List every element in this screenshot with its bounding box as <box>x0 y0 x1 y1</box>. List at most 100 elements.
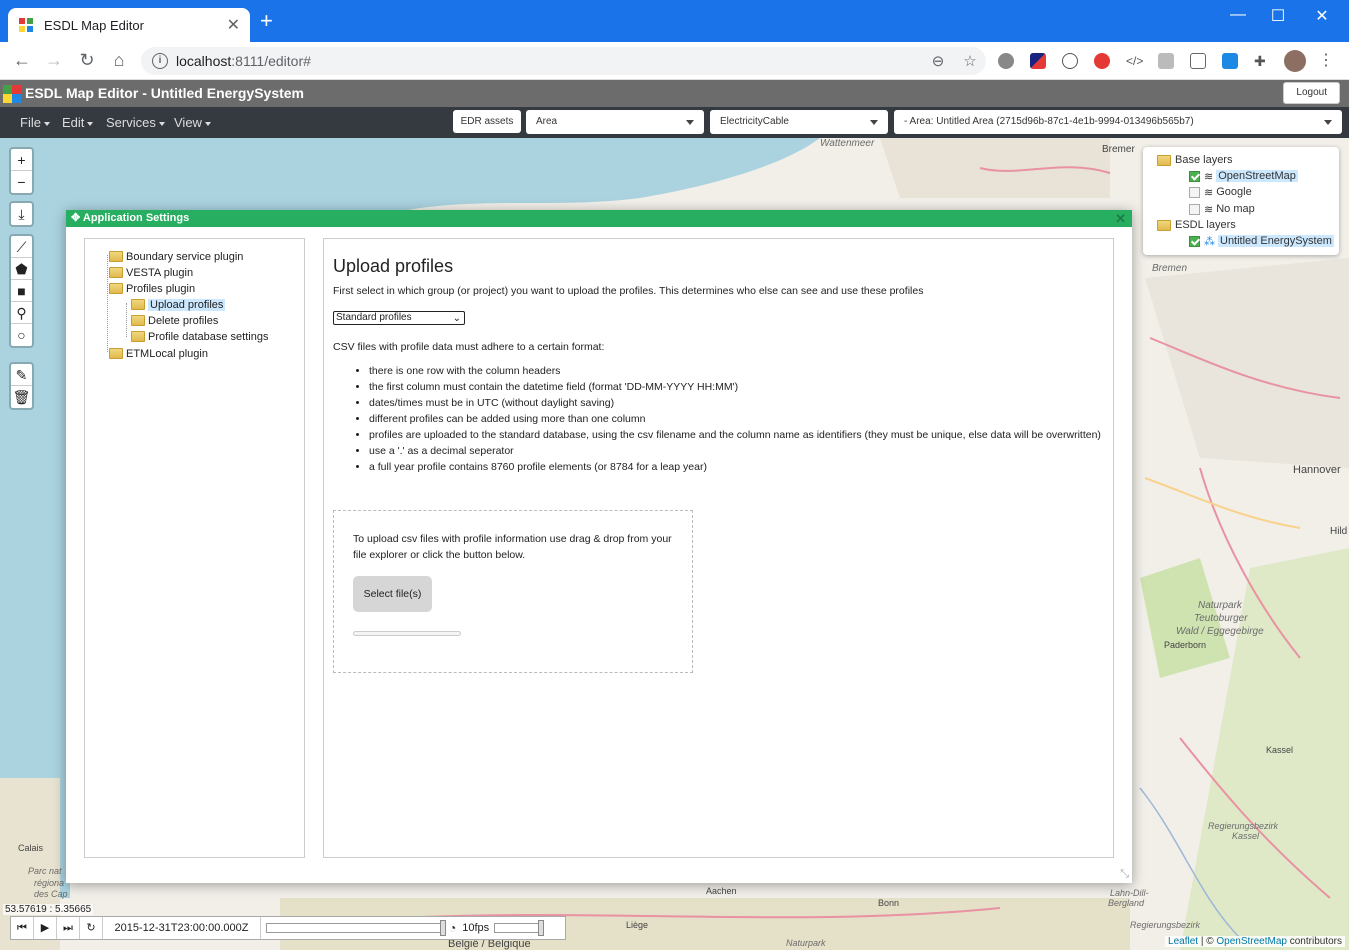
extension-icon[interactable] <box>1030 53 1046 69</box>
close-tab-icon[interactable]: ✕ <box>227 15 240 35</box>
dialog-title: Application Settings <box>82 212 190 224</box>
draw-polygon-icon[interactable]: ⬟ <box>11 258 32 280</box>
group-select[interactable]: Standard profiles ⌄ <box>333 311 465 325</box>
osm-link[interactable]: OpenStreetMap <box>1216 936 1287 947</box>
checkbox[interactable] <box>1189 203 1200 215</box>
extensions-puzzle-icon[interactable]: ✚ <box>1254 53 1270 69</box>
new-tab-icon[interactable]: + <box>260 10 273 32</box>
checkbox[interactable] <box>1189 170 1200 182</box>
home-icon[interactable]: ⌂ <box>107 50 131 71</box>
layer-control: Base layers ≋ OpenStreetMap ≋ Google ≋ No m… <box>1143 147 1339 255</box>
map-label: Regierungsbezirk <box>1130 920 1201 930</box>
extension-icon[interactable] <box>1158 53 1174 69</box>
map-attribution: Leaflet | © OpenStreetMap contributors <box>1165 936 1345 947</box>
select-files-button[interactable]: Select file(s) <box>353 576 432 612</box>
map-label: Kassel <box>1232 831 1260 841</box>
folder-icon <box>109 283 123 294</box>
layer-no-map[interactable]: ≋ No map <box>1189 201 1255 217</box>
draw-rectangle-icon[interactable]: ■ <box>11 280 32 302</box>
step-back-icon[interactable]: ⏮ <box>11 917 34 939</box>
checkbox[interactable] <box>1189 235 1200 247</box>
draw-marker-icon[interactable]: ⚲ <box>11 302 32 324</box>
draw-circle-icon[interactable]: ○ <box>11 324 32 346</box>
windows-icon[interactable] <box>1222 53 1238 69</box>
draw-toolbar: ⟋ ⬟ ■ ⚲ ○ <box>9 234 34 348</box>
play-icon[interactable]: ▶ <box>34 917 57 939</box>
slider-handle[interactable] <box>538 920 545 936</box>
site-info-icon[interactable]: i <box>152 53 168 69</box>
dialog-header[interactable]: ✥ Application Settings ✕ <box>66 210 1132 227</box>
zoom-icon[interactable]: ⊖ <box>922 52 954 70</box>
time-control: ⏮ ▶ ⏭ ↻ 2015-12-31T23:00:00.000Z ◔ 10fps <box>10 916 566 940</box>
address-bar[interactable]: i localhost:8111/editor# ⊖ ☆ <box>141 47 986 75</box>
more-menu-icon[interactable]: ⋮ <box>1318 53 1334 69</box>
list-item: there is one row with the column headers <box>369 363 1104 379</box>
base-layers-group[interactable]: Base layers <box>1157 152 1232 168</box>
leaflet-link[interactable]: Leaflet <box>1168 936 1198 947</box>
checkbox[interactable] <box>1189 186 1200 198</box>
esdl-layers-group[interactable]: ESDL layers <box>1157 217 1236 233</box>
logout-button[interactable]: Logout <box>1283 82 1340 104</box>
slider-handle[interactable] <box>440 920 446 936</box>
browser-tab[interactable]: ESDL Map Editor ✕ <box>8 8 250 42</box>
chevron-down-icon: ⌄ <box>452 313 461 324</box>
download-icon[interactable]: ⤓ <box>11 203 32 225</box>
code-icon[interactable]: </> <box>1126 53 1143 69</box>
edr-assets-button[interactable]: EDR assets <box>453 110 521 133</box>
minimize-icon[interactable]: — <box>1218 6 1258 24</box>
loop-icon[interactable]: ↻ <box>80 917 103 939</box>
menu-edit[interactable]: Edit <box>62 115 94 130</box>
file-drop-zone[interactable]: To upload csv files with profile informa… <box>333 510 693 673</box>
step-forward-icon[interactable]: ⏭ <box>57 917 80 939</box>
layers-icon: ≋ <box>1204 203 1214 216</box>
page-title: Upload profiles <box>333 256 454 276</box>
tree-item-profile-db-settings[interactable]: Profile database settings <box>131 329 268 344</box>
back-icon[interactable]: ← <box>10 50 34 71</box>
edit-layers-icon[interactable]: ✎ <box>11 364 32 386</box>
tree-item-boundary[interactable]: Boundary service plugin <box>109 249 243 264</box>
time-slider[interactable] <box>266 920 446 936</box>
close-window-icon[interactable]: ✕ <box>1302 6 1342 26</box>
layer-google[interactable]: ≋ Google <box>1189 184 1252 200</box>
area-select[interactable]: - Area: Untitled Area (2715d96b-87c1-4e1… <box>894 110 1342 134</box>
bookmark-star-icon[interactable]: ☆ <box>954 52 986 70</box>
folder-icon <box>109 348 123 359</box>
map-label: Lahn-Dill- <box>1110 888 1149 898</box>
delete-layers-icon[interactable]: 🗑 <box>11 386 32 408</box>
reload-icon[interactable]: ↻ <box>75 50 99 71</box>
tree-item-etmlocal[interactable]: ETMLocal plugin <box>109 346 208 361</box>
tree-item-vesta[interactable]: VESTA plugin <box>109 265 193 280</box>
forward-icon[interactable]: → <box>42 50 66 71</box>
speed-slider[interactable] <box>494 920 545 936</box>
tree-item-profiles[interactable]: Profiles plugin <box>109 281 195 296</box>
resize-handle-icon[interactable]: ⤡ <box>1120 868 1129 881</box>
layer-untitled-energysystem[interactable]: ⁂ Untitled EnergySystem <box>1189 233 1334 249</box>
map-label: Regierungsbezirk <box>1208 821 1279 831</box>
map-label: régiona <box>34 878 65 888</box>
zoom-in-button[interactable]: + <box>11 149 32 171</box>
map-label: Bremer <box>1102 144 1135 155</box>
move-icon[interactable]: ✥ <box>71 212 80 224</box>
maximize-icon[interactable]: ☐ <box>1258 6 1298 26</box>
draw-polyline-icon[interactable]: ⟋ <box>11 236 32 258</box>
extension-icon[interactable] <box>1062 53 1078 69</box>
list-item: profiles are uploaded to the standard da… <box>369 427 1104 443</box>
map-label: Bergland <box>1108 898 1145 908</box>
tree-item-upload-profiles[interactable]: Upload profiles <box>131 297 226 312</box>
application-settings-dialog: ✥ Application Settings ✕ Boundary servic… <box>66 210 1132 883</box>
menu-services[interactable]: Services <box>106 115 165 130</box>
camera-icon[interactable] <box>1190 53 1206 69</box>
folder-icon <box>109 267 123 278</box>
asset-type-select[interactable]: ElectricityCable <box>710 110 888 134</box>
tree-item-delete-profiles[interactable]: Delete profiles <box>131 313 218 328</box>
avatar[interactable] <box>1284 50 1306 72</box>
zoom-out-button[interactable]: − <box>11 171 32 193</box>
menu-view[interactable]: View <box>174 115 211 130</box>
menu-file[interactable]: File <box>20 115 50 130</box>
layer-openstreetmap[interactable]: ≋ OpenStreetMap <box>1189 168 1298 184</box>
list-item: use a '.' as a decimal seperator <box>369 443 1104 459</box>
area-type-select[interactable]: Area <box>526 110 704 134</box>
extension-icon[interactable] <box>1094 53 1110 69</box>
close-icon[interactable]: ✕ <box>1115 210 1126 227</box>
extension-icon[interactable] <box>998 53 1014 69</box>
